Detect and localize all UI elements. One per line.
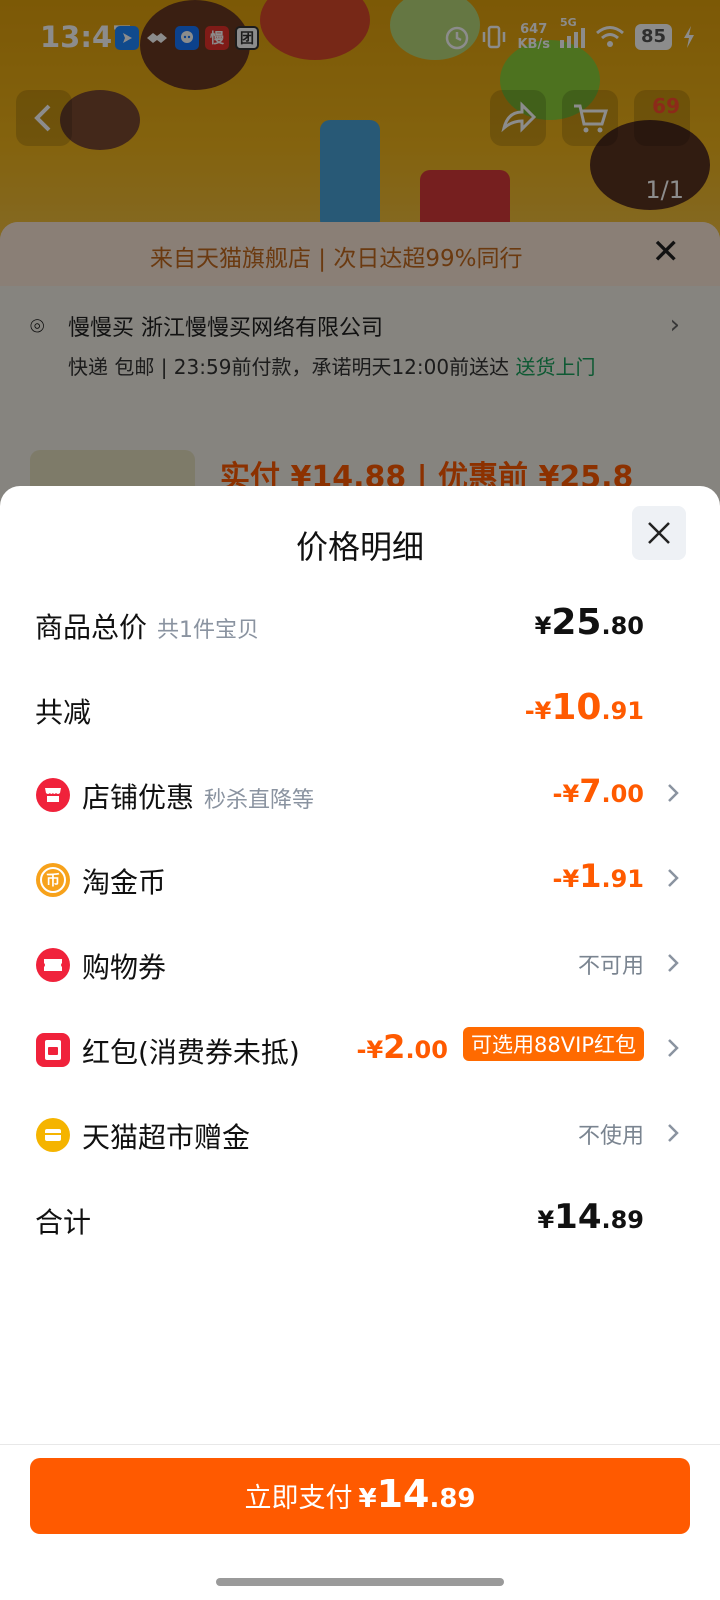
row-shopping-voucher[interactable]: 购物券 不可用	[0, 934, 720, 994]
shop-icon	[36, 778, 70, 812]
currency-symbol: ¥	[534, 612, 552, 640]
amount-decimal: .89	[601, 1206, 644, 1234]
chevron-right-icon	[668, 954, 679, 972]
goods-count: 共1件宝贝	[157, 618, 260, 643]
chevron-right-icon	[668, 1124, 679, 1142]
pay-now-button[interactable]: 立即支付 ¥ 14 .89	[30, 1458, 690, 1534]
tmall-gift-label: 天猫超市赠金	[82, 1121, 251, 1154]
tmall-gift-status: 不使用	[577, 1124, 644, 1149]
taojinbi-value: -¥1.91	[553, 857, 644, 895]
amount-integer: 14	[554, 1197, 602, 1237]
goods-total-text: 商品总价	[35, 611, 148, 644]
row-red-packet[interactable]: 红包(消费券未抵) -¥2.00 可选用88VIP红包	[0, 1019, 720, 1079]
amount-decimal: .80	[601, 612, 644, 640]
price-detail-sheet: 价格明细 商品总价 共1件宝贝 ¥25.80 共减 -¥10.91 店铺优惠 秒杀直…	[0, 486, 720, 1600]
currency-symbol: ¥	[537, 1206, 555, 1234]
goods-total-label: 商品总价 共1件宝贝	[35, 606, 259, 646]
coin-icon: 币	[36, 863, 70, 897]
taojinbi-label: 淘金币	[82, 866, 167, 899]
home-indicator[interactable]	[216, 1578, 504, 1586]
row-sum-total: 合计 ¥14.89	[0, 1189, 720, 1249]
pay-amount-decimal: .89	[429, 1484, 476, 1514]
amount-decimal: .00	[405, 1036, 448, 1064]
row-taojinbi[interactable]: 币 淘金币 -¥1.91	[0, 849, 720, 909]
goods-total-value: ¥25.80	[535, 602, 644, 643]
pay-label: 立即支付	[244, 1483, 353, 1514]
chevron-right-icon	[668, 869, 679, 887]
sum-value: ¥14.89	[537, 1197, 644, 1237]
close-button[interactable]	[632, 506, 686, 560]
coin-glyph: 币	[40, 867, 66, 893]
close-icon	[648, 522, 670, 544]
amount-integer: 10	[551, 687, 602, 728]
amount-decimal: .00	[601, 780, 644, 808]
voucher-status: 不可用	[577, 954, 644, 979]
chevron-right-icon	[668, 784, 679, 802]
row-tmall-gift[interactable]: 天猫超市赠金 不使用	[0, 1104, 720, 1164]
pay-amount-integer: 14	[376, 1472, 430, 1516]
sum-label: 合计	[35, 1206, 92, 1239]
currency-symbol: -¥	[552, 780, 580, 808]
red-packet-value: -¥2.00 可选用88VIP红包	[356, 1027, 644, 1066]
pay-currency: ¥	[358, 1484, 377, 1514]
amount-integer: 7	[579, 772, 602, 810]
row-goods-total: 商品总价 共1件宝贝 ¥25.80	[0, 594, 720, 654]
amount-decimal: .91	[601, 865, 644, 893]
currency-symbol: -¥	[524, 697, 552, 725]
row-total-reduction: 共减 -¥10.91	[0, 679, 720, 739]
amount-integer: 1	[579, 857, 602, 895]
voucher-label: 购物券	[82, 951, 167, 984]
red-packet-icon	[36, 1033, 70, 1067]
amount-integer: 25	[551, 602, 602, 643]
row-shop-discount[interactable]: 店铺优惠 秒杀直降等 -¥7.00	[0, 764, 720, 824]
currency-symbol: -¥	[356, 1036, 384, 1064]
shop-discount-text: 店铺优惠	[82, 781, 195, 814]
amount-decimal: .91	[601, 697, 644, 725]
sheet-title: 价格明细	[295, 528, 424, 566]
vip-red-packet-tag[interactable]: 可选用88VIP红包	[463, 1027, 644, 1061]
shop-discount-sub: 秒杀直降等	[204, 788, 315, 813]
red-packet-label: 红包(消费券未抵)	[82, 1036, 300, 1069]
reduction-label: 共减	[35, 696, 92, 729]
shop-discount-value: -¥7.00	[553, 772, 644, 810]
amount-integer: 2	[383, 1028, 406, 1066]
gift-card-icon	[36, 1118, 70, 1152]
ticket-icon	[36, 948, 70, 982]
shop-discount-label: 店铺优惠 秒杀直降等	[82, 776, 314, 816]
chevron-right-icon	[668, 1039, 679, 1057]
reduction-value: -¥10.91	[525, 687, 644, 728]
footer-divider	[0, 1444, 720, 1445]
currency-symbol: -¥	[552, 865, 580, 893]
